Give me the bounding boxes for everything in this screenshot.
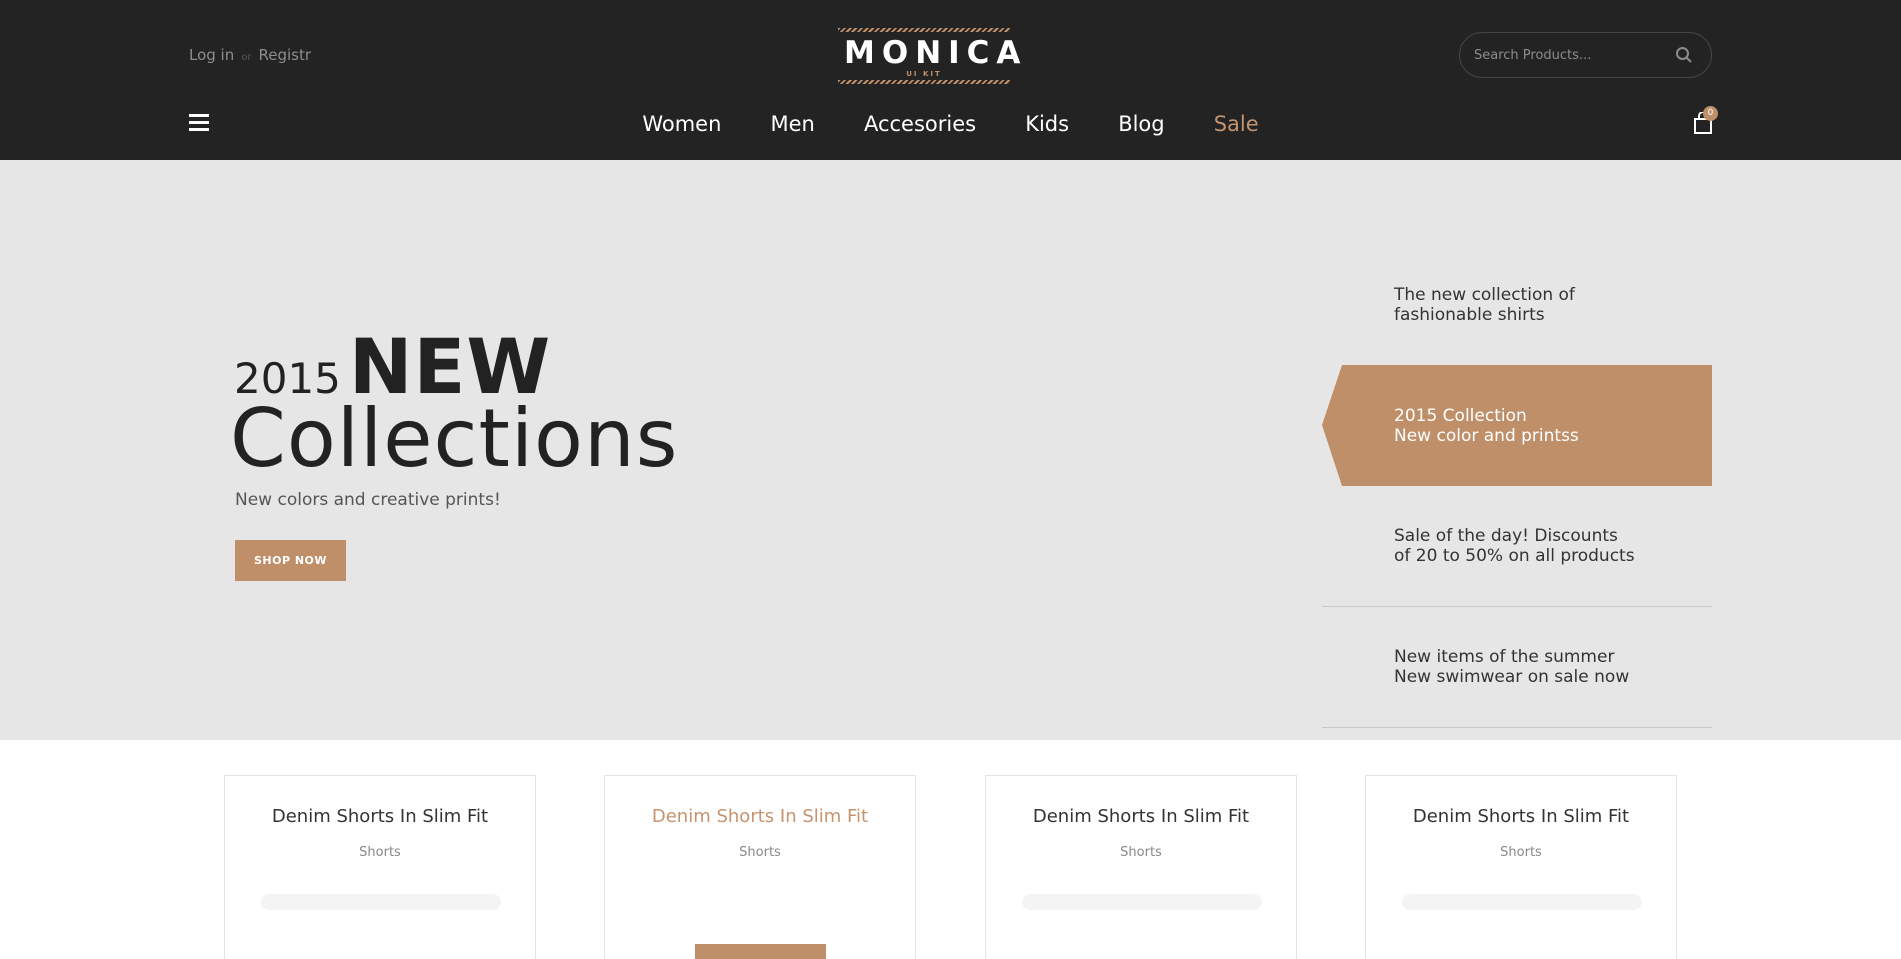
- register-link[interactable]: Registr: [258, 46, 311, 64]
- nav-kids[interactable]: Kids: [1025, 110, 1069, 138]
- main-nav: Women Men Accesories Kids Blog Sale: [0, 110, 1901, 138]
- search-input[interactable]: [1474, 45, 1664, 65]
- product-action-button[interactable]: [695, 944, 826, 959]
- promo-line: Sale of the day! Discounts: [1394, 526, 1618, 546]
- product-name[interactable]: Denim Shorts In Slim Fit: [225, 806, 535, 827]
- product-image: [1036, 936, 1146, 959]
- promo-list: The new collection of fashionable shirts …: [1322, 244, 1712, 728]
- logo[interactable]: MONICA UI KIT: [838, 28, 1028, 84]
- product-name[interactable]: Denim Shorts In Slim Fit: [986, 806, 1296, 827]
- product-name[interactable]: Denim Shorts In Slim Fit: [1366, 806, 1676, 827]
- product-card[interactable]: Denim Shorts In Slim Fit Shorts: [1365, 775, 1677, 959]
- auth-links: Log in or Registr: [189, 46, 311, 64]
- promo-item-active[interactable]: 2015 Collection New color and printss: [1322, 365, 1712, 486]
- product-rating-placeholder: [1402, 894, 1642, 910]
- search-icon[interactable]: [1675, 46, 1693, 64]
- promo-line: of 20 to 50% on all products: [1394, 546, 1635, 566]
- promo-line: New items of the summer: [1394, 647, 1615, 667]
- nav-accesories[interactable]: Accesories: [864, 110, 976, 138]
- promo-line: New color and printss: [1394, 425, 1579, 446]
- product-rating-placeholder: [261, 894, 501, 910]
- product-image: [275, 936, 385, 959]
- promo-line: New swimwear on sale now: [1394, 667, 1630, 687]
- promo-item[interactable]: Sale of the day! Discounts of 20 to 50% o…: [1322, 486, 1712, 607]
- nav-blog[interactable]: Blog: [1118, 110, 1164, 138]
- product-card[interactable]: Denim Shorts In Slim Fit Shorts: [224, 775, 536, 959]
- hero-banner: 2015 NEW Collections New colors and creat…: [0, 160, 1901, 740]
- product-category: Shorts: [739, 845, 781, 860]
- shop-now-button[interactable]: SHOP NOW: [235, 540, 346, 581]
- promo-line: 2015 Collection: [1394, 405, 1527, 426]
- promo-item[interactable]: The new collection of fashionable shirts: [1322, 244, 1712, 365]
- hero-headline: Collections: [230, 392, 679, 485]
- logo-subtitle: UI KIT: [906, 70, 942, 78]
- product-rating-placeholder: [1022, 894, 1262, 910]
- product-card[interactable]: Denim Shorts In Slim Fit Shorts: [604, 775, 916, 959]
- product-grid: Denim Shorts In Slim Fit Shorts Denim Sh…: [0, 740, 1901, 959]
- auth-separator: or: [241, 52, 252, 63]
- product-category: Shorts: [1120, 845, 1162, 860]
- nav-women[interactable]: Women: [642, 110, 721, 138]
- product-category: Shorts: [1500, 845, 1542, 860]
- product-card[interactable]: Denim Shorts In Slim Fit Shorts: [985, 775, 1297, 959]
- promo-item[interactable]: New items of the summer New swimwear on s…: [1322, 607, 1712, 728]
- logo-ornament: [838, 28, 1010, 32]
- nav-sale[interactable]: Sale: [1214, 110, 1259, 138]
- product-name[interactable]: Denim Shorts In Slim Fit: [605, 806, 915, 827]
- hero-tagline: New colors and creative prints!: [235, 490, 501, 510]
- promo-line: The new collection of: [1394, 284, 1575, 305]
- login-link[interactable]: Log in: [189, 46, 234, 64]
- promo-line: fashionable shirts: [1394, 304, 1545, 325]
- logo-ornament: [838, 80, 1010, 84]
- product-category: Shorts: [359, 845, 401, 860]
- product-image: [1416, 936, 1526, 959]
- search-box: [1459, 32, 1712, 78]
- logo-title: MONICA: [844, 35, 1028, 71]
- site-header: Log in or Registr MONICA UI KIT Women Men …: [0, 0, 1901, 160]
- cart-icon[interactable]: 0: [1693, 106, 1718, 134]
- nav-men[interactable]: Men: [771, 110, 815, 138]
- cart-badge: 0: [1703, 106, 1718, 121]
